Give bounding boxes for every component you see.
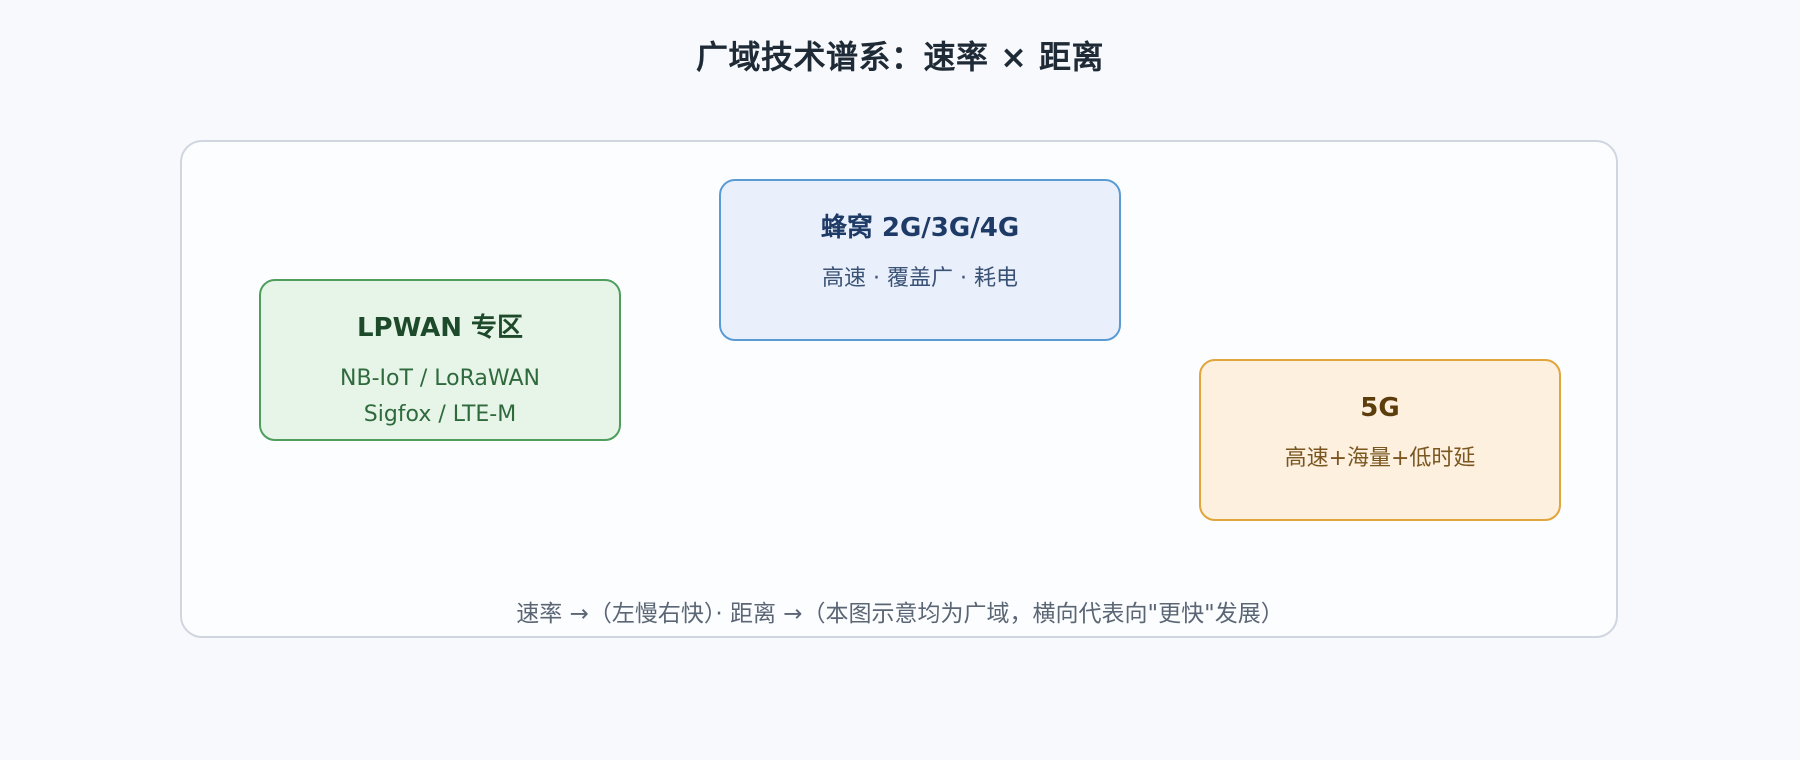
five-g-box: 5G 高速+海量+低时延 [1199,359,1561,521]
five-g-box-title: 5G [1360,393,1400,423]
axis-footnote: 速率 →（左慢右快）· 距离 →（本图示意均为广域，横向代表向"更快"发展） [516,601,1284,627]
lpwan-box-title: LPWAN 专区 [356,313,524,343]
lpwan-box-desc-line: Sigfox / LTE-M [363,402,517,427]
cellular-box-title: 蜂窝 2G/3G/4G [820,213,1020,243]
cellular-box: 蜂窝 2G/3G/4G 高速 · 覆盖广 · 耗电 [719,179,1121,341]
lpwan-box-desc-line: NB-IoT / LoRaWAN [340,366,540,391]
lpwan-box-desc: NB-IoT / LoRaWAN Sigfox / LTE-M [261,361,619,433]
diagram-title: 广域技术谱系：速率 × 距离 [695,38,1105,76]
cellular-box-desc: 高速 · 覆盖广 · 耗电 [822,266,1018,291]
five-g-box-desc: 高速+海量+低时延 [1284,446,1476,471]
lpwan-box: LPWAN 专区 NB-IoT / LoRaWAN Sigfox / LTE-M [259,279,621,441]
